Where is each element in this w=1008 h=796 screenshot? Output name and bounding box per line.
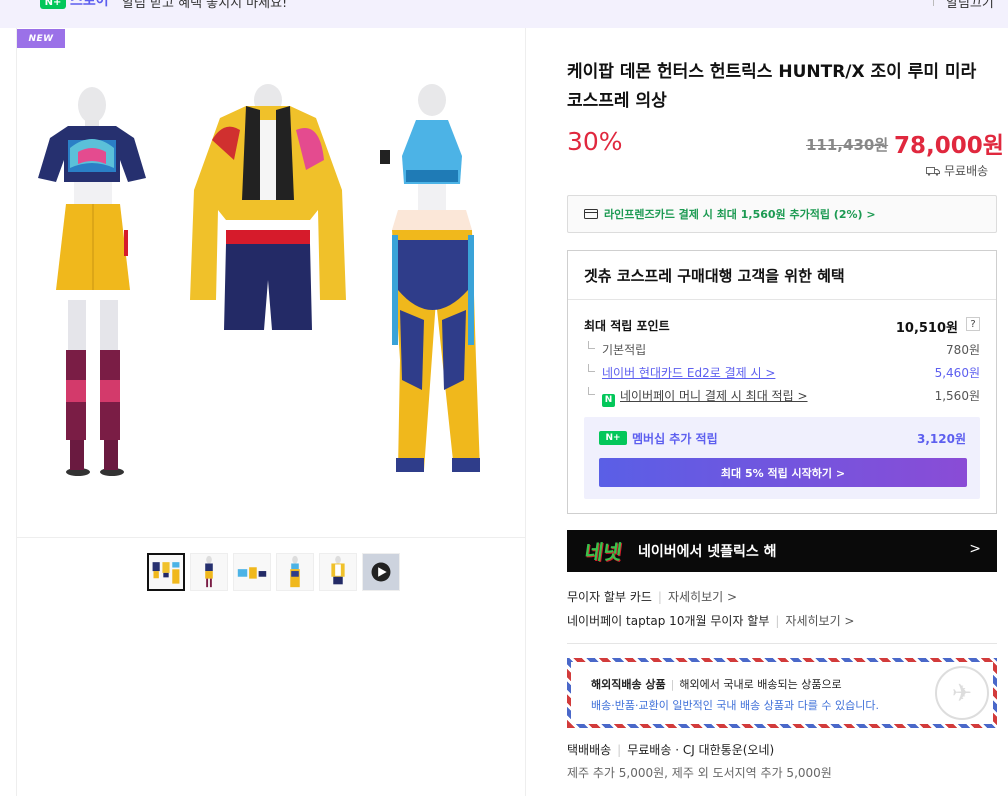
installment-label: 네이버페이 taptap 10개월 무이자 할부 bbox=[567, 614, 770, 628]
thumbnail-2[interactable] bbox=[190, 553, 228, 591]
discount-rate: 30% bbox=[567, 127, 623, 156]
credit-card-icon bbox=[584, 209, 598, 219]
card-promotion-text: 라인프렌즈카드 결제 시 최대 1,560원 추가적립 (2%) > bbox=[604, 208, 876, 221]
membership-label: 멤버십 추가 적립 bbox=[632, 432, 718, 446]
basic-points-value: 780원 bbox=[946, 343, 980, 357]
overseas-desc: 해외에서 국내로 배송되는 상품으로 bbox=[679, 678, 842, 691]
outfit-3-illustration bbox=[380, 84, 480, 472]
gallery-divider bbox=[17, 537, 525, 538]
product-main-image[interactable] bbox=[20, 60, 520, 530]
top-notification-bar: N+ 스토어 알림 받고 혜택 놓치지 마세요! 알림끄기 bbox=[0, 0, 1008, 28]
airplane-stamp-icon: ✈ bbox=[935, 666, 989, 720]
notification-off-button[interactable]: 알림끄기 bbox=[946, 0, 994, 11]
truck-icon bbox=[926, 166, 940, 176]
membership-value: 3,120원 bbox=[917, 432, 966, 446]
delivery-type: 택배배송 bbox=[567, 743, 612, 757]
npay-icon: N bbox=[602, 394, 615, 407]
membership-box: N+ 멤버십 추가 적립 3,120원 최대 5% 적립 시작하기 > bbox=[584, 417, 980, 499]
max-points-row: 최대 적립 포인트 10,510원 ? bbox=[584, 315, 980, 336]
delivery-courier: · CJ 대한통운(오네) bbox=[675, 743, 775, 757]
max-points-value: 10,510원 bbox=[895, 321, 958, 336]
card-promotion-banner[interactable]: 라인프렌즈카드 결제 시 최대 1,560원 추가적립 (2%) > bbox=[567, 195, 997, 233]
delivery-extra-fee: 제주 추가 5,000원, 제주 외 도서지역 추가 5,000원 bbox=[567, 766, 832, 780]
installment-more-link[interactable]: 자세히보기 > bbox=[668, 590, 737, 604]
max-points-label: 최대 적립 포인트 bbox=[584, 319, 670, 333]
hyundai-card-link[interactable]: 네이버 현대카드 Ed2로 결제 시 > bbox=[602, 366, 775, 380]
free-shipping-badge: 무료배송 bbox=[926, 162, 988, 179]
hyundai-card-value: 5,460원 bbox=[934, 366, 980, 380]
new-badge: NEW bbox=[17, 29, 65, 48]
overseas-shipping-notice: 해외직배송 상품 | 해외에서 국내로 배송되는 상품으로 배송·반품·교환이 일반… bbox=[567, 658, 997, 728]
thumbnail-5[interactable] bbox=[319, 553, 357, 591]
free-shipping-label: 무료배송 bbox=[944, 164, 989, 178]
topbar-divider bbox=[933, 0, 934, 6]
overseas-line-1: 해외직배송 상품 | 해외에서 국내로 배송되는 상품으로 bbox=[591, 678, 842, 691]
netflix-banner[interactable]: 네넷 네이버에서 넷플릭스 해 > bbox=[567, 530, 997, 572]
thumbnail-1[interactable] bbox=[147, 553, 185, 591]
installment-row-2: 네이버페이 taptap 10개월 무이자 할부 | 자세히보기 > bbox=[567, 614, 855, 628]
thumbnail-4[interactable] bbox=[276, 553, 314, 591]
hyundai-card-row: 네이버 현대카드 Ed2로 결제 시 > 5,460원 bbox=[584, 362, 980, 382]
npay-money-link[interactable]: 네이버페이 머니 결제 시 최대 적립 > bbox=[620, 389, 808, 403]
overseas-title: 해외직배송 상품 bbox=[591, 678, 666, 691]
tree-line bbox=[588, 341, 595, 349]
outfit-1-illustration bbox=[38, 87, 146, 476]
thumbnail-video[interactable] bbox=[362, 553, 400, 591]
npay-money-value: 1,560원 bbox=[934, 389, 980, 403]
tree-line bbox=[588, 387, 595, 395]
benefits-box: 겟츄 코스프레 구매대행 고객을 위한 혜택 최대 적립 포인트 10,510원… bbox=[567, 250, 997, 514]
store-label: 스토어 bbox=[70, 0, 109, 9]
benefits-divider bbox=[568, 299, 996, 300]
installment-more-link[interactable]: 자세히보기 > bbox=[785, 614, 854, 628]
basic-points-row: 기본적립 780원 bbox=[584, 339, 980, 359]
benefits-title: 겟츄 코스프레 구매대행 고객을 위한 혜택 bbox=[584, 267, 845, 285]
naver-plus-logo: N+ bbox=[40, 0, 66, 9]
notification-promo-text: 알림 받고 혜택 놓치지 마세요! bbox=[122, 0, 288, 11]
original-price: 111,430원 bbox=[806, 136, 889, 154]
basic-points-label: 기본적립 bbox=[602, 343, 647, 357]
chevron-right-icon: > bbox=[969, 541, 981, 557]
installment-row-1: 무이자 할부 카드 | 자세히보기 > bbox=[567, 590, 738, 604]
section-divider bbox=[567, 643, 997, 644]
overseas-notice: 배송·반품·교환이 일반적인 국내 배송 상품과 다를 수 있습니다. bbox=[591, 699, 879, 712]
thumbnail-3[interactable] bbox=[233, 553, 271, 591]
sale-price: 78,000원 bbox=[894, 133, 1004, 159]
npay-money-row: N 네이버페이 머니 결제 시 최대 적립 > 1,560원 bbox=[584, 385, 980, 407]
tree-line bbox=[588, 364, 595, 372]
product-title: 케이팝 데몬 헌터스 헌트릭스 HUNTR/X 조이 루미 미라 코스프레 의상 bbox=[567, 62, 977, 111]
delivery-fee: 무료배송 bbox=[627, 743, 672, 757]
netflix-naver-logo: 네넷 bbox=[583, 540, 624, 564]
delivery-info: 택배배송 | 무료배송 · CJ 대한통운(오네) bbox=[567, 743, 775, 757]
help-icon[interactable]: ? bbox=[966, 317, 980, 331]
outfit-2-illustration bbox=[190, 84, 346, 330]
naver-plus-membership-logo: N+ bbox=[599, 431, 627, 445]
netflix-banner-text: 네이버에서 넷플릭스 해 bbox=[638, 544, 777, 560]
installment-label: 무이자 할부 카드 bbox=[567, 590, 652, 604]
start-membership-button[interactable]: 최대 5% 적립 시작하기 > bbox=[599, 458, 967, 487]
